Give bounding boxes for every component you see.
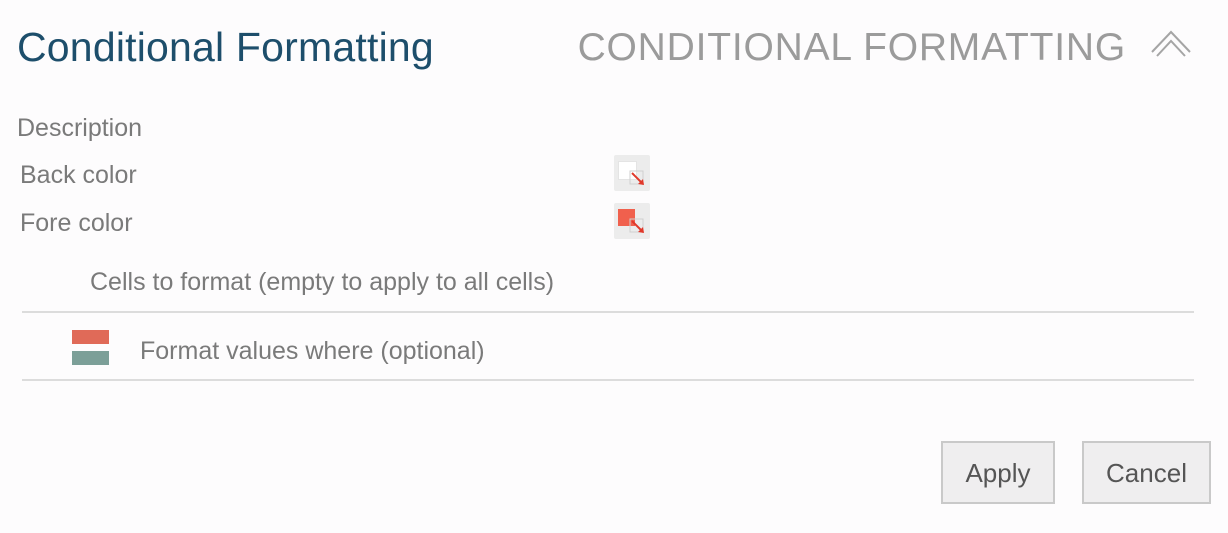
- description-label: Description: [17, 114, 143, 142]
- collapse-section-button[interactable]: [1149, 24, 1193, 64]
- divider: [22, 311, 1194, 313]
- section-header: CONDITIONAL FORMATTING: [577, 26, 1126, 69]
- cells-to-format-label: Cells to format (empty to apply to all c…: [90, 268, 555, 296]
- format-values-label: Format values where (optional): [140, 337, 485, 365]
- divider: [22, 379, 1194, 381]
- fore-color-picker[interactable]: [614, 203, 650, 239]
- picker-arrow-icon: [629, 218, 644, 233]
- dialog-title: Conditional Formatting: [17, 24, 434, 70]
- chevron-up-icon: [1151, 30, 1191, 57]
- format-rules-icon: [72, 330, 109, 366]
- format-values-row[interactable]: Format values where (optional): [22, 314, 1194, 380]
- picker-arrow-icon: [629, 170, 644, 185]
- cancel-button[interactable]: Cancel: [1082, 441, 1211, 504]
- back-color-label: Back color: [20, 161, 137, 189]
- back-color-picker[interactable]: [614, 155, 650, 191]
- fore-color-label: Fore color: [20, 209, 133, 237]
- apply-button[interactable]: Apply: [941, 441, 1055, 504]
